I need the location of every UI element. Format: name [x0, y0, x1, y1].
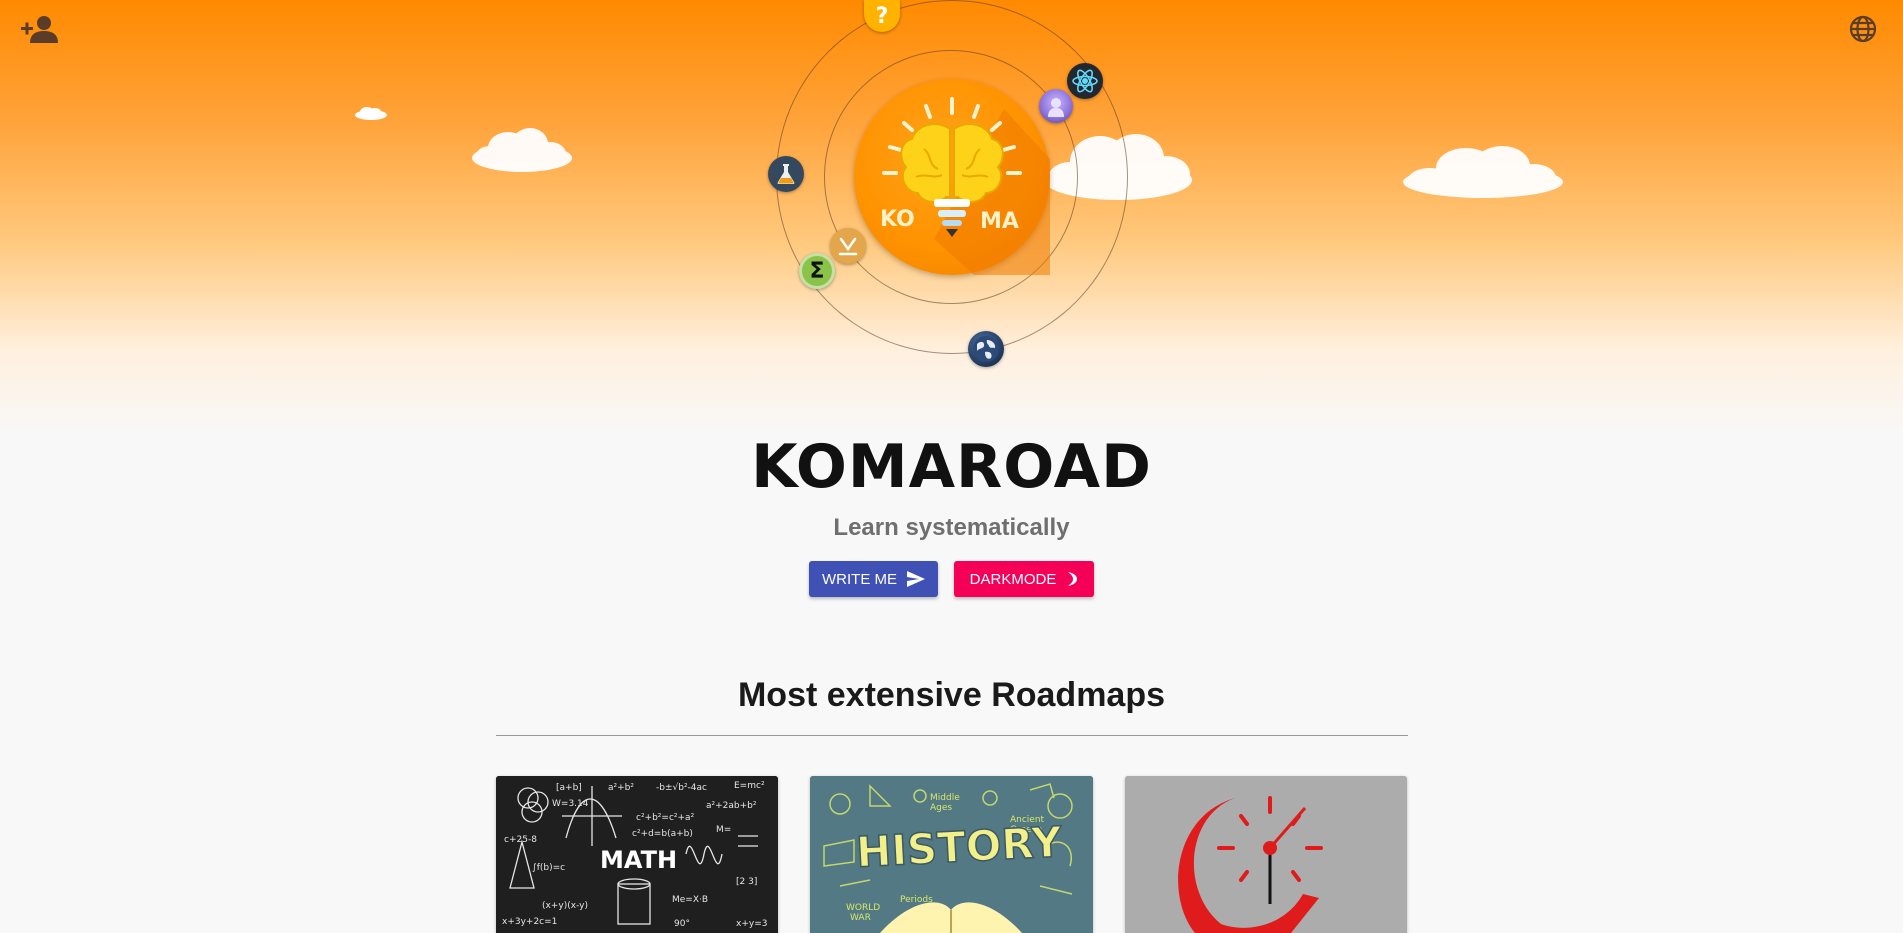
cloud-decoration: [355, 107, 387, 120]
svg-text:E=mc²: E=mc²: [734, 781, 765, 791]
cloud-decoration: [1403, 146, 1563, 198]
flask-icon[interactable]: [768, 156, 804, 192]
clock-card-image: [1125, 776, 1407, 933]
magnet-icon[interactable]: [830, 228, 866, 264]
svg-text:Ages: Ages: [930, 803, 952, 813]
svg-text:c+25-8: c+25-8: [504, 835, 537, 845]
send-icon: [907, 571, 925, 587]
math-card-image: [a+b] a²+b² -b±√b²-4ac E=mc² W=3.14 c²+b²=c²…: [496, 776, 778, 933]
logo-ma-text: MA: [980, 209, 1019, 234]
roadmap-card-math[interactable]: [a+b] a²+b² -b±√b²-4ac E=mc² W=3.14 c²+b²=c²…: [496, 776, 778, 933]
cloud-decoration: [472, 128, 572, 172]
svg-text:a²+2ab+b²: a²+2ab+b²: [706, 801, 757, 811]
svg-text:(x+y)(x-y): (x+y)(x-y): [542, 901, 588, 911]
write-me-label: WRITE ME: [822, 570, 897, 588]
svg-text:90°: 90°: [674, 919, 690, 929]
svg-text:Me=X·B: Me=X·B: [672, 895, 708, 905]
svg-text:MATH: MATH: [600, 846, 677, 874]
react-icon[interactable]: [1067, 63, 1103, 99]
svg-text:c²+b²=c²+a²: c²+b²=c²+a²: [636, 813, 695, 823]
svg-text:W=3.14: W=3.14: [552, 799, 589, 809]
sigma-icon[interactable]: Σ: [799, 253, 835, 289]
komaroad-logo: KO MA: [854, 79, 1050, 275]
logo-ko-text: KO: [880, 207, 915, 232]
avatar[interactable]: [1039, 89, 1073, 123]
section-title: Most extensive Roadmaps: [737, 676, 1166, 714]
svg-text:x+y=3: x+y=3: [736, 919, 767, 929]
svg-text:Middle: Middle: [930, 793, 960, 803]
svg-text:x+3y+2c=1: x+3y+2c=1: [502, 917, 557, 927]
section-divider: [496, 735, 1408, 736]
roadmap-card-history[interactable]: Middle Ages Ancient Greece WORLD WAR Periods …: [810, 776, 1093, 933]
add-user-icon[interactable]: [20, 14, 58, 44]
write-me-button[interactable]: WRITE ME: [809, 561, 938, 597]
svg-text:-b±√b²-4ac: -b±√b²-4ac: [656, 782, 707, 793]
history-card-image: MiddleAgesAncientGreece WORLDWARPeriods …: [810, 776, 1093, 933]
svg-text:M=: M=: [716, 825, 731, 835]
darkmode-label: DARKMODE: [969, 570, 1057, 588]
moon-icon: [1068, 572, 1078, 586]
svg-text:WAR: WAR: [850, 913, 871, 923]
globe-icon[interactable]: [1849, 15, 1877, 43]
svg-text:[a+b]: [a+b]: [556, 783, 582, 793]
svg-text:WORLD: WORLD: [846, 903, 880, 913]
page-subtitle: Learn systematically: [833, 514, 1070, 541]
earth-icon[interactable]: [968, 331, 1004, 367]
darkmode-button[interactable]: DARKMODE: [954, 561, 1094, 597]
svg-text:c²+d=b(a+b): c²+d=b(a+b): [632, 829, 693, 839]
roadmap-card-time[interactable]: [1125, 776, 1407, 933]
hero-background: KO MA ? Σ KOMAROAD Learn systematically …: [0, 0, 1903, 606]
page-title: KOMAROAD: [751, 432, 1152, 502]
svg-text:∫f(b)=c: ∫f(b)=c: [532, 863, 565, 873]
svg-text:[2 3]: [2 3]: [736, 877, 757, 887]
svg-text:a²+b²: a²+b²: [608, 783, 634, 793]
